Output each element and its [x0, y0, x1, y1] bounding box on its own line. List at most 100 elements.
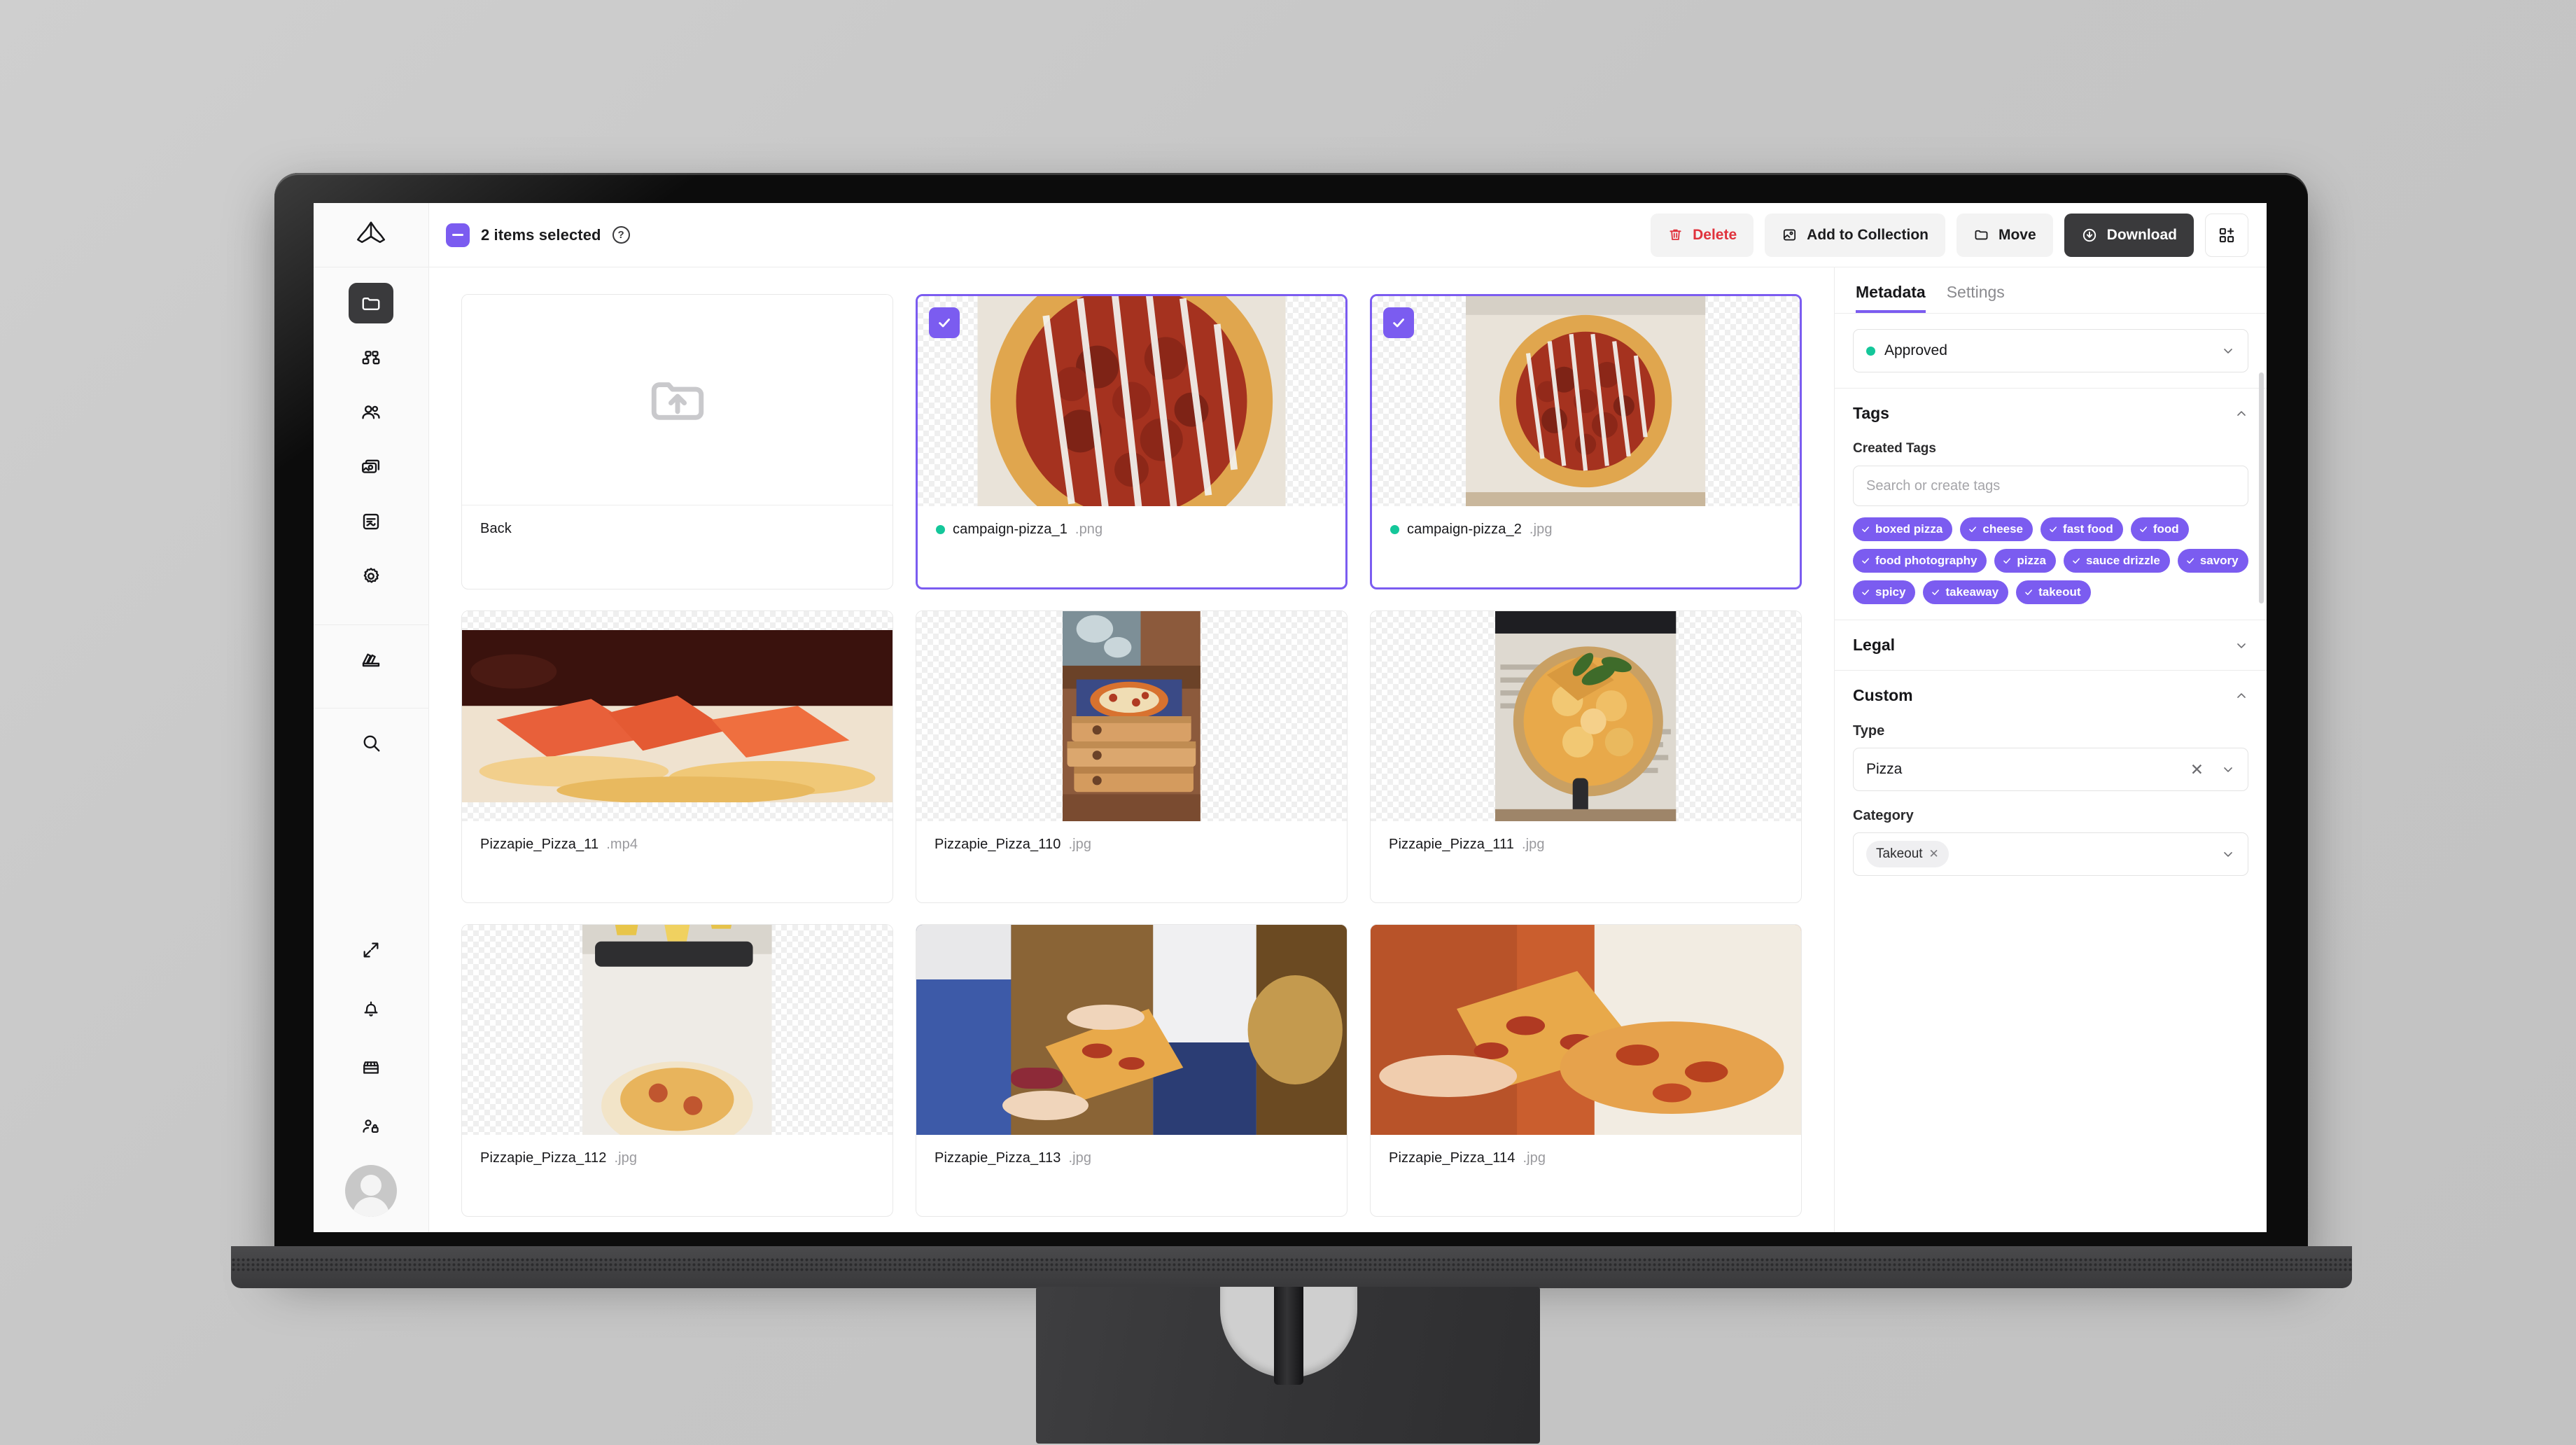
- tag-chip[interactable]: pizza: [1994, 549, 2056, 573]
- sidebar-divider-1: [314, 624, 428, 625]
- grid-add-button[interactable]: [2205, 213, 2248, 257]
- clear-type-icon[interactable]: ✕: [2190, 761, 2204, 778]
- asset-thumbnail: [462, 611, 892, 821]
- category-chip[interactable]: Takeout ✕: [1866, 841, 1949, 867]
- check-icon: [2050, 526, 2057, 532]
- add-to-collection-label: Add to Collection: [1807, 226, 1928, 243]
- sidebar-item-store[interactable]: [349, 1047, 393, 1088]
- sidebar-item-settings[interactable]: [349, 556, 393, 596]
- tag-label: spicy: [1875, 585, 1906, 599]
- select-all-checkbox[interactable]: [446, 223, 470, 247]
- asset-meta: campaign-pizza_1 .png: [918, 506, 1345, 587]
- asset-card[interactable]: Pizzapie_Pizza_110 .jpg: [916, 610, 1348, 903]
- asset-meta: Pizzapie_Pizza_110 .jpg: [916, 821, 1347, 902]
- trash-icon: [1670, 229, 1681, 240]
- category-select[interactable]: Takeout ✕: [1853, 832, 2248, 876]
- asset-grid: Back campaign-pizza_1 .png campaign-pizz…: [461, 294, 1802, 1217]
- tag-label: pizza: [2017, 554, 2046, 567]
- tag-search-input[interactable]: Search or create tags: [1853, 466, 2248, 506]
- help-icon[interactable]: ?: [612, 226, 630, 244]
- status-value: Approved: [1884, 342, 1947, 358]
- sidebar-item-reports[interactable]: [349, 501, 393, 542]
- status-dot: [936, 525, 945, 534]
- type-field: Type Pizza ✕: [1853, 723, 2248, 791]
- asset-card[interactable]: Pizzapie_Pizza_11 .mp4: [461, 610, 893, 903]
- back-label: Back: [480, 521, 512, 536]
- asset-card[interactable]: Pizzapie_Pizza_111 .jpg: [1370, 610, 1802, 903]
- chevron-down-icon: [2224, 852, 2232, 857]
- asset-card[interactable]: Pizzapie_Pizza_114 .jpg: [1370, 924, 1802, 1217]
- pizza-on-newspaper-art: [1495, 611, 1676, 821]
- custom-title: Custom: [1853, 686, 1913, 704]
- tag-chip[interactable]: food: [2130, 517, 2189, 541]
- tag-chip[interactable]: spicy: [1853, 580, 1916, 604]
- tag-label: food: [2152, 522, 2179, 536]
- asset-card[interactable]: campaign-pizza_1 .png: [916, 294, 1348, 589]
- grid-plus-icon: [2219, 228, 2234, 242]
- sidebar-item-permissions[interactable]: [349, 1106, 393, 1147]
- sidebar-item-media[interactable]: [349, 447, 393, 487]
- status-section: Approved: [1835, 314, 2267, 389]
- add-to-collection-button[interactable]: Add to Collection: [1765, 213, 1945, 257]
- asset-thumbnail: [918, 296, 1345, 506]
- sidebar-item-search[interactable]: [349, 722, 393, 763]
- tag-chip[interactable]: cheese: [1960, 517, 2033, 541]
- selection-toolbar: 2 items selected ? Delete Add to Collect…: [429, 203, 2267, 267]
- remove-category-icon[interactable]: ✕: [1929, 847, 1939, 861]
- tags-section-header[interactable]: Tags: [1853, 404, 2248, 423]
- card-checkbox[interactable]: [929, 307, 960, 338]
- move-button[interactable]: Move: [1956, 213, 2053, 257]
- delete-label: Delete: [1693, 226, 1737, 243]
- tag-chip[interactable]: takeout: [2016, 580, 2091, 604]
- sidebar-item-notifications[interactable]: [349, 989, 393, 1029]
- nodes-icon: [362, 351, 380, 365]
- tags-section: Tags Created Tags Search or create tags …: [1835, 389, 2267, 620]
- tag-chip[interactable]: boxed pizza: [1853, 517, 1953, 541]
- sidebar-item-workflows[interactable]: [349, 337, 393, 378]
- asset-card[interactable]: Pizzapie_Pizza_113 .jpg: [916, 924, 1348, 1217]
- table-drinks-art: [582, 925, 772, 1135]
- panel-tabs: Metadata Settings: [1835, 267, 2267, 314]
- tag-chip[interactable]: fast food: [2040, 517, 2123, 541]
- asset-card[interactable]: campaign-pizza_2 .jpg: [1370, 294, 1802, 589]
- panel-scrollbar[interactable]: [2259, 372, 2264, 603]
- asset-grid-area[interactable]: Back campaign-pizza_1 .png campaign-pizz…: [429, 267, 1834, 1232]
- asset-filename: Pizzapie_Pizza_11 .mp4: [480, 837, 874, 853]
- folder-upload-icon: [651, 382, 704, 420]
- asset-card[interactable]: Pizzapie_Pizza_112 .jpg: [461, 924, 893, 1217]
- delete-button[interactable]: Delete: [1651, 213, 1754, 257]
- custom-section-header[interactable]: Custom: [1853, 686, 2248, 705]
- tab-metadata[interactable]: Metadata: [1856, 283, 1926, 313]
- left-sidebar: [314, 203, 429, 1232]
- app-logo[interactable]: [314, 203, 428, 267]
- asset-meta: campaign-pizza_2 .jpg: [1372, 506, 1800, 587]
- asset-filename: campaign-pizza_2 .jpg: [1390, 522, 1782, 538]
- filename-base: campaign-pizza_1: [953, 522, 1068, 537]
- sidebar-item-folder[interactable]: [349, 283, 393, 323]
- tag-label: boxed pizza: [1875, 522, 1943, 536]
- asset-thumbnail: [1371, 925, 1801, 1135]
- status-select[interactable]: Approved: [1853, 329, 2248, 372]
- type-select[interactable]: Pizza ✕: [1853, 748, 2248, 791]
- asset-filename: Pizzapie_Pizza_112 .jpg: [480, 1150, 874, 1166]
- sidebar-item-brand[interactable]: [349, 639, 393, 680]
- tag-chip[interactable]: savory: [2177, 549, 2248, 573]
- tag-label: savory: [2199, 554, 2239, 567]
- card-checkbox[interactable]: [1383, 307, 1414, 338]
- back-card[interactable]: Back: [461, 294, 893, 589]
- filename-ext: .jpg: [1529, 522, 1553, 537]
- asset-filename: Pizzapie_Pizza_114 .jpg: [1389, 1150, 1783, 1166]
- tag-chip[interactable]: takeaway: [1923, 580, 2009, 604]
- download-button[interactable]: Download: [2064, 213, 2194, 257]
- tag-chip[interactable]: food photography: [1853, 549, 1987, 573]
- filename-base: Pizzapie_Pizza_110: [934, 837, 1061, 852]
- sidebar-item-people[interactable]: [349, 392, 393, 433]
- check-icon: [1862, 589, 1869, 595]
- sidebar-item-expand[interactable]: [349, 930, 393, 970]
- app-screen: 2 items selected ? Delete Add to Collect…: [314, 203, 2267, 1232]
- tag-chip[interactable]: sauce drizzle: [2063, 549, 2170, 573]
- legal-section-header[interactable]: Legal: [1853, 636, 2248, 655]
- status-dot: [1866, 346, 1875, 356]
- avatar[interactable]: [345, 1165, 397, 1217]
- tab-settings[interactable]: Settings: [1947, 283, 2005, 313]
